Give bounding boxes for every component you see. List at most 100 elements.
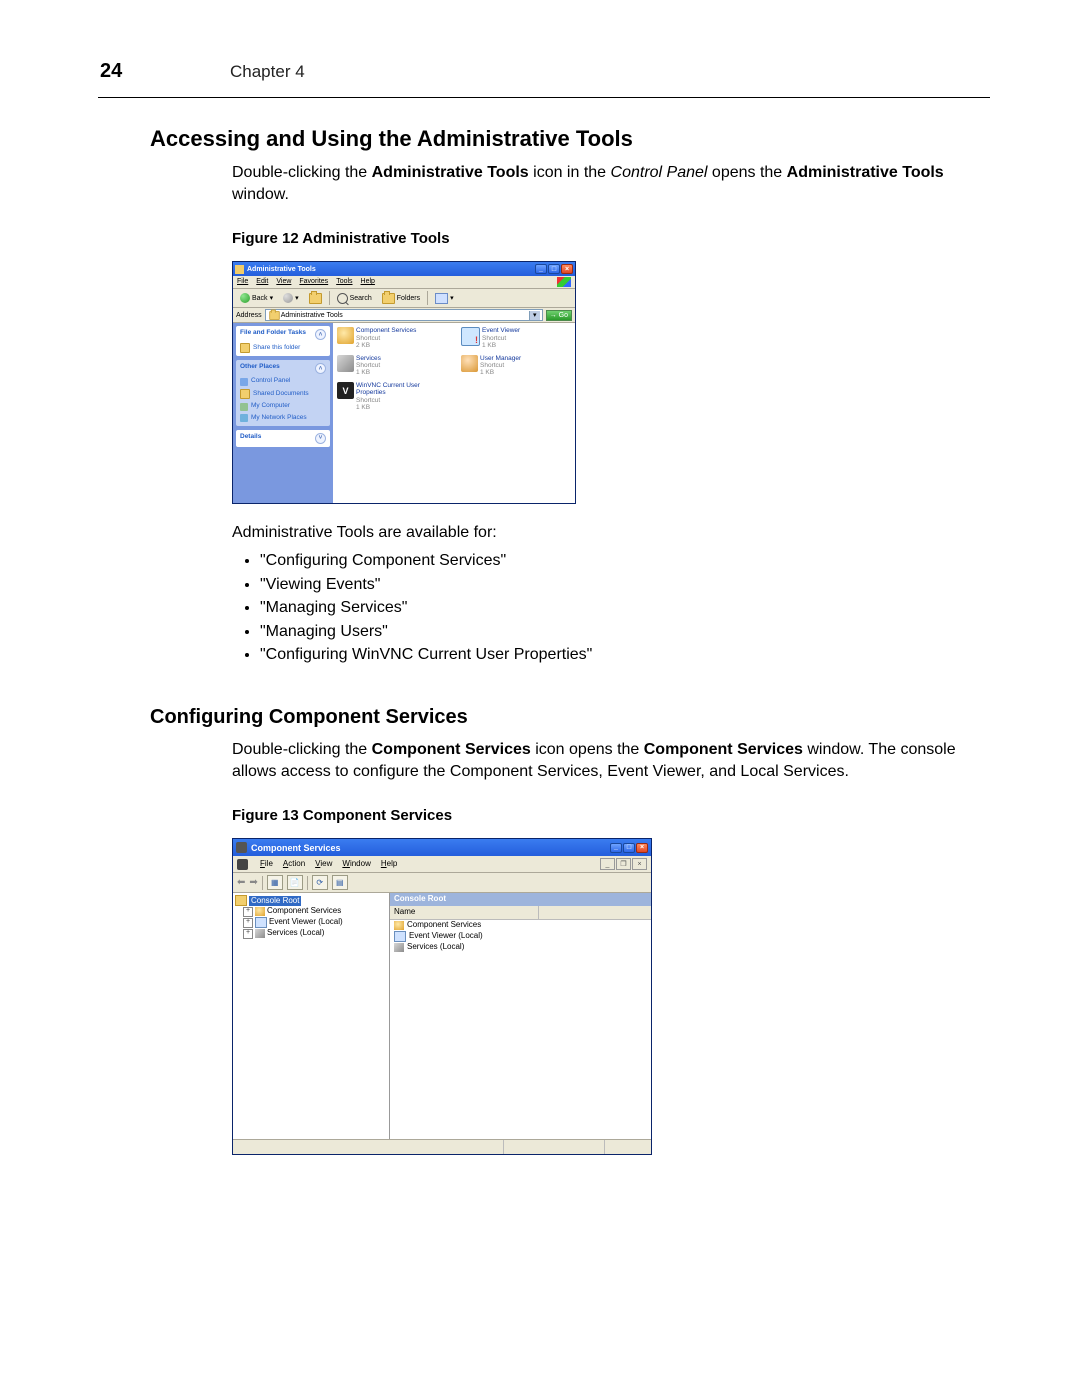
bold-compservices: Component Services <box>372 741 531 758</box>
usr-icon <box>461 355 478 372</box>
list-item[interactable]: Component Services <box>390 920 651 931</box>
window-icon <box>236 842 247 853</box>
menu-file[interactable]: File <box>237 277 248 287</box>
folder-icon <box>235 895 247 906</box>
search-button[interactable]: Search <box>334 292 375 305</box>
expand-icon[interactable]: + <box>243 929 253 939</box>
shortcut-services[interactable]: ServicesShortcut1 KB <box>337 355 447 376</box>
side-share-folder[interactable]: Share this folder <box>240 343 326 353</box>
back-button[interactable]: Back ▾ <box>237 292 276 304</box>
nav-forward-icon[interactable]: ➡ <box>249 876 257 890</box>
f12-addressbar: Address Administrative Tools ▾ → Go <box>233 308 575 323</box>
forward-arrow-icon <box>283 293 293 303</box>
menu-view[interactable]: View <box>315 859 332 870</box>
expand-icon[interactable]: + <box>243 918 253 928</box>
column-headers[interactable]: Name <box>390 906 651 920</box>
menu-file[interactable]: File <box>260 859 273 870</box>
txt: window. <box>232 186 289 203</box>
folders-icon <box>382 293 395 304</box>
comp-icon <box>337 327 354 344</box>
menu-tools[interactable]: Tools <box>336 277 352 287</box>
menu-help[interactable]: Help <box>361 277 375 287</box>
list-item[interactable]: Services (Local) <box>390 942 651 953</box>
go-button[interactable]: → Go <box>546 310 572 321</box>
bullet-item: "Configuring WinVNC Current User Propert… <box>260 644 990 666</box>
figure13-caption: Figure 13 Component Services <box>232 806 990 826</box>
minimize-button[interactable]: _ <box>610 843 622 853</box>
mdi-close-button[interactable]: × <box>632 858 647 870</box>
txt: icon in the <box>529 164 611 181</box>
f12-title: Administrative Tools <box>247 265 535 274</box>
mdi-restore-button[interactable]: ❐ <box>616 858 631 870</box>
tree-services[interactable]: + Services (Local) <box>235 928 387 939</box>
side-title-3: Details <box>240 433 261 444</box>
views-icon <box>435 293 448 304</box>
tree-component-services[interactable]: + Component Services <box>235 906 387 917</box>
list-item[interactable]: Event Viewer (Local) <box>390 931 651 942</box>
status-bar <box>233 1139 651 1154</box>
txt: Double-clicking the <box>232 741 372 758</box>
side-control-panel[interactable]: Control Panel <box>240 377 326 386</box>
expand-icon[interactable]: + <box>243 907 253 917</box>
shortcut-event-viewer[interactable]: Event ViewerShortcut1 KB <box>461 327 571 348</box>
tree-event-viewer[interactable]: + Event Viewer (Local) <box>235 917 387 928</box>
tree-console-root[interactable]: Console Root <box>235 895 387 906</box>
expand-icon[interactable]: ˅ <box>315 433 326 444</box>
txt: Double-clicking the <box>232 164 372 181</box>
tree-root-label: Console Root <box>249 896 301 907</box>
close-button[interactable]: × <box>561 264 573 274</box>
txt: opens the <box>707 164 786 181</box>
menu-action[interactable]: Action <box>283 859 305 870</box>
tb-btn-4[interactable]: ▤ <box>332 875 348 890</box>
tb-refresh-button[interactable]: ⟳ <box>312 875 328 890</box>
section2-para: Double-clicking the Component Services i… <box>232 739 990 782</box>
forward-button[interactable]: ▾ <box>280 292 302 304</box>
side-shared-documents[interactable]: Shared Documents <box>240 389 326 399</box>
collapse-icon[interactable]: ˄ <box>315 329 326 340</box>
collapse-icon[interactable]: ˄ <box>315 363 326 374</box>
shortcut-user-manager[interactable]: User ManagerShortcut1 KB <box>461 355 571 376</box>
bullet-item: "Managing Services" <box>260 597 990 619</box>
tree-label: Services (Local) <box>267 928 324 939</box>
address-dropdown-icon[interactable]: ▾ <box>529 311 540 320</box>
search-icon <box>337 293 348 304</box>
menu-favorites[interactable]: Favorites <box>299 277 328 287</box>
menu-help[interactable]: Help <box>381 859 397 870</box>
col-empty[interactable] <box>539 906 651 919</box>
side-my-computer[interactable]: My Computer <box>240 402 326 411</box>
pane-header: Console Root <box>390 893 651 906</box>
maximize-button[interactable]: □ <box>548 264 560 274</box>
tb-btn-1[interactable]: ▦ <box>267 875 283 890</box>
f13-titlebar[interactable]: Component Services _ □ × <box>233 839 651 856</box>
maximize-button[interactable]: □ <box>623 843 635 853</box>
shortcut-winvnc-current-user-properties[interactable]: VWinVNC Current User PropertiesShortcut1… <box>337 382 447 411</box>
menu-view[interactable]: View <box>276 277 291 287</box>
folders-label: Folders <box>397 294 420 303</box>
up-button[interactable] <box>306 292 325 305</box>
close-button[interactable]: × <box>636 843 648 853</box>
mmc-icon <box>237 859 248 870</box>
back-arrow-icon <box>240 293 250 303</box>
views-button[interactable]: ▾ <box>432 292 457 305</box>
shortcut-details: Component ServicesShortcut2 KB <box>356 327 416 348</box>
f13-tree[interactable]: Console Root + Component Services + Even… <box>233 893 390 1139</box>
col-name[interactable]: Name <box>390 906 539 919</box>
windows-flag-icon <box>557 277 571 287</box>
svc-icon <box>337 355 354 372</box>
address-field[interactable]: Administrative Tools ▾ <box>265 309 543 321</box>
tb-btn-2[interactable]: 📄 <box>287 875 303 890</box>
address-value: Administrative Tools <box>281 311 343 320</box>
side-my-network-places[interactable]: My Network Places <box>240 414 326 423</box>
shortcut-component-services[interactable]: Component ServicesShortcut2 KB <box>337 327 447 348</box>
f13-right-pane: Console Root Name Component Services Eve… <box>390 893 651 1139</box>
shortcut-details: User ManagerShortcut1 KB <box>480 355 521 376</box>
menu-edit[interactable]: Edit <box>256 277 268 287</box>
nav-back-icon[interactable]: ⬅ <box>237 876 245 890</box>
minimize-button[interactable]: _ <box>535 264 547 274</box>
mdi-minimize-button[interactable]: _ <box>600 858 615 870</box>
services-icon <box>394 943 404 952</box>
back-label: Back <box>252 294 268 303</box>
f12-titlebar[interactable]: Administrative Tools _ □ × <box>233 262 575 276</box>
folders-button[interactable]: Folders <box>379 292 423 305</box>
menu-window[interactable]: Window <box>342 859 370 870</box>
